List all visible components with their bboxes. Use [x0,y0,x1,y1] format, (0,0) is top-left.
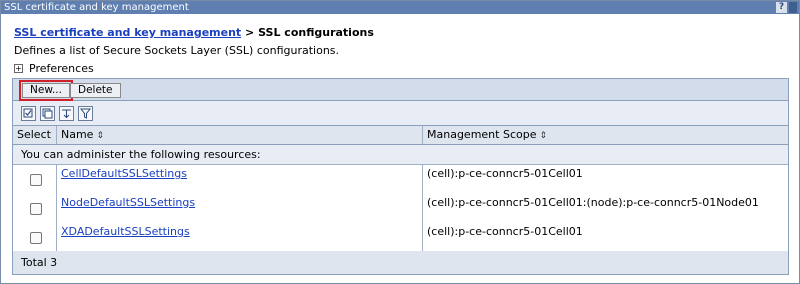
help-icon[interactable]: ? [776,2,787,13]
cell-divider [56,223,57,252]
window-grip-icon [789,2,797,13]
cell-divider [56,194,57,223]
column-header-name[interactable]: Name ⇕ [61,126,104,144]
row-name-link[interactable]: NodeDefaultSSLSettings [61,196,195,209]
row-name-link[interactable]: XDADefaultSSLSettings [61,225,190,238]
new-button[interactable]: New... [19,80,73,101]
resources-info-text: You can administer the following resourc… [21,148,261,161]
button-bar: New... Delete [13,79,788,101]
delete-button[interactable]: Delete [70,83,121,98]
row-scope: (cell):p-ce-conncr5-01Cell01 [427,225,583,238]
row-checkbox[interactable] [30,174,42,186]
collection-panel: New... Delete Select Name ⇕ Management Sc… [12,78,789,275]
column-header-scope[interactable]: Management Scope ⇕ [427,126,547,144]
table-header: Select Name ⇕ Management Scope ⇕ [13,126,788,145]
window-titlebar: SSL certificate and key management ? [1,1,799,14]
column-divider [56,126,57,144]
row-checkbox[interactable] [30,203,42,215]
icon-toolbar [13,101,788,126]
row-scope: (cell):p-ce-conncr5-01Cell01:(node):p-ce… [427,196,759,209]
page-description: Defines a list of Secure Sockets Layer (… [14,44,340,57]
breadcrumb: SSL certificate and key management > SSL… [14,26,374,39]
show-filter-icon[interactable] [59,106,74,121]
expand-icon[interactable]: + [14,64,23,73]
preferences-toggle[interactable]: + Preferences [14,62,94,75]
window-title: SSL certificate and key management [4,2,189,13]
breadcrumb-separator: > [245,26,255,39]
sort-icon[interactable]: ⇕ [539,131,547,141]
row-scope: (cell):p-ce-conncr5-01Cell01 [427,167,583,180]
column-header-name-label[interactable]: Name [61,128,93,141]
table-row: CellDefaultSSLSettings (cell):p-ce-connc… [13,165,788,195]
preferences-label[interactable]: Preferences [29,62,94,75]
cell-divider [422,194,423,223]
select-all-icon[interactable] [21,106,36,121]
cell-divider [56,165,57,194]
page-title: SSL configurations [258,26,374,39]
cell-divider [422,165,423,194]
resources-info-row: You can administer the following resourc… [13,145,788,165]
deselect-all-icon[interactable] [40,106,55,121]
clear-filter-icon[interactable] [78,106,93,121]
column-divider [422,126,423,144]
column-header-select: Select [17,128,51,141]
column-header-scope-label[interactable]: Management Scope [427,128,536,141]
cell-divider [422,223,423,252]
breadcrumb-link-ssl-management[interactable]: SSL certificate and key management [14,26,241,39]
table-row: XDADefaultSSLSettings (cell):p-ce-conncr… [13,223,788,253]
row-checkbox[interactable] [30,232,42,244]
table-row: NodeDefaultSSLSettings (cell):p-ce-connc… [13,194,788,224]
row-name-link[interactable]: CellDefaultSSLSettings [61,167,187,180]
table-total: Total 3 [13,251,788,274]
total-count: Total 3 [21,256,58,269]
sort-icon[interactable]: ⇕ [96,131,104,141]
